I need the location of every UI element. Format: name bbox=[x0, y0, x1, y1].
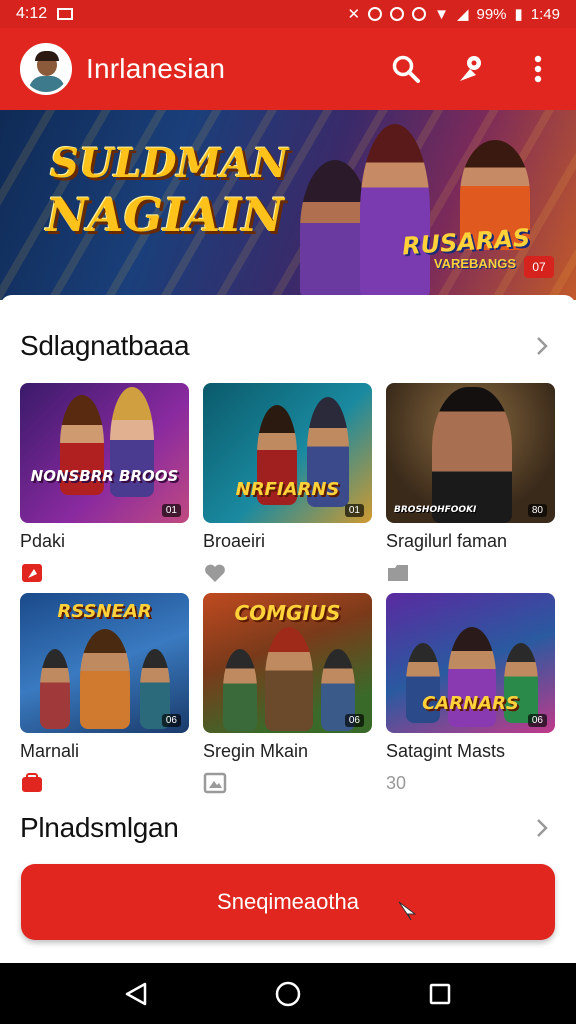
home-icon bbox=[275, 981, 301, 1006]
avatar[interactable] bbox=[20, 43, 72, 95]
battery-text: 99% bbox=[476, 5, 507, 23]
search-icon bbox=[392, 55, 420, 83]
banner-title-line1: SULDMAN bbox=[50, 140, 289, 187]
game-card[interactable]: RSSNEAR 06 Marnali bbox=[20, 593, 189, 803]
thumb-badge: 80 bbox=[527, 504, 547, 517]
more-options-button[interactable] bbox=[520, 51, 556, 87]
alarm-icon bbox=[368, 7, 383, 21]
game-grid: NONSBRR BROOS 01 Pdaki NRFIARNS 01 Broae… bbox=[20, 383, 556, 803]
game-meta bbox=[386, 553, 555, 593]
heart-icon bbox=[205, 564, 225, 582]
back-icon bbox=[125, 982, 147, 1005]
game-thumbnail[interactable]: NONSBRR BROOS 01 bbox=[20, 383, 189, 523]
thumb-portrait bbox=[432, 387, 512, 523]
avatar-hair bbox=[35, 51, 59, 61]
chevron-right-icon bbox=[537, 337, 548, 355]
section-title: Plnadsmlgan bbox=[20, 812, 179, 843]
game-thumbnail[interactable]: CARNARS 06 bbox=[386, 593, 555, 733]
game-title: Broaeiri bbox=[203, 531, 266, 551]
banner-badge: 07 bbox=[524, 256, 554, 278]
section-header-2[interactable]: Plnadsmlgan bbox=[20, 812, 556, 844]
system-nav-bar bbox=[0, 963, 576, 1024]
game-thumbnail[interactable]: RSSNEAR 06 bbox=[20, 593, 189, 733]
thumb-badge: 06 bbox=[161, 714, 181, 727]
banner-logo-sub: VAREBANGS bbox=[433, 256, 516, 271]
game-title: Pdaki bbox=[20, 531, 66, 551]
app-title: Inrlanesian bbox=[86, 53, 226, 84]
thumb-hero bbox=[40, 649, 70, 729]
nav-recents-button[interactable] bbox=[420, 974, 460, 1014]
more-vert-icon bbox=[534, 55, 542, 83]
game-card[interactable]: CARNARS 06 Satagint Masts 30 bbox=[386, 593, 555, 803]
signal-icon: ◢ bbox=[456, 6, 469, 23]
clock-icon bbox=[412, 7, 427, 21]
game-card[interactable]: NONSBRR BROOS 01 Pdaki bbox=[20, 383, 189, 593]
app-bar: Inrlanesian bbox=[0, 28, 576, 110]
thumb-art-title: NONSBRR BROOS bbox=[30, 467, 179, 485]
game-card[interactable]: NRFIARNS 01 Broaeiri bbox=[203, 383, 372, 593]
thumb-art-title: CARNARS bbox=[422, 693, 519, 714]
status-bar: 4:12 ✕ ▼ ◢ 99% ▮ 1:49 bbox=[0, 0, 576, 28]
game-meta bbox=[20, 763, 189, 803]
game-meta: 30 bbox=[386, 772, 407, 793]
battery-icon: ▮ bbox=[514, 6, 523, 23]
wifi-icon: ▼ bbox=[434, 5, 449, 23]
cta-label: Sneqimeaotha bbox=[217, 889, 359, 914]
section-more-button[interactable] bbox=[528, 332, 556, 360]
recents-icon bbox=[429, 983, 451, 1004]
game-title: Marnali bbox=[20, 741, 80, 761]
pointer-icon bbox=[398, 901, 417, 921]
chevron-right-icon bbox=[537, 819, 548, 837]
primary-cta-button[interactable]: Sneqimeaotha bbox=[21, 864, 555, 940]
game-thumbnail[interactable]: NRFIARNS 01 bbox=[203, 383, 372, 523]
notification-icon bbox=[57, 8, 74, 20]
game-card[interactable]: BROSHOHFOOKI 80 Sragilurl faman bbox=[386, 383, 555, 593]
image-icon bbox=[203, 772, 227, 794]
status-time: 4:12 bbox=[16, 5, 48, 22]
thumb-hero bbox=[265, 627, 313, 731]
thumb-hero bbox=[223, 649, 257, 731]
red-flag-icon bbox=[22, 564, 42, 582]
thumb-art-title: RSSNEAR bbox=[57, 601, 152, 622]
alarm-icon-2 bbox=[390, 7, 405, 21]
game-card[interactable]: COMGIUS 06 Sregin Mkain bbox=[203, 593, 372, 803]
red-bag-icon bbox=[22, 773, 42, 792]
section-title: Sdlagnatbaaa bbox=[20, 330, 190, 361]
folder-icon bbox=[388, 565, 408, 581]
mute-icon: ✕ bbox=[347, 6, 361, 23]
game-title: Sregin Mkain bbox=[203, 741, 309, 761]
game-thumbnail[interactable]: BROSHOHFOOKI 80 bbox=[386, 383, 555, 523]
avatar-shirt bbox=[29, 76, 65, 92]
thumb-badge: 06 bbox=[527, 714, 547, 727]
person-pin-icon bbox=[460, 56, 481, 81]
banner-hero-2 bbox=[360, 124, 430, 300]
section-more-button[interactable] bbox=[528, 814, 556, 842]
game-meta bbox=[203, 763, 372, 803]
banner-title-line2: NAGIAIN bbox=[46, 188, 284, 242]
nav-home-button[interactable] bbox=[268, 974, 308, 1014]
add-person-button[interactable] bbox=[454, 51, 490, 87]
section-header-1[interactable]: Sdlagnatbaaa bbox=[20, 330, 556, 362]
thumb-badge: 01 bbox=[344, 504, 364, 517]
thumb-art-title: NRFIARNS bbox=[235, 479, 340, 500]
featured-banner[interactable]: SULDMAN NAGIAIN RUSARAS VAREBANGS 07 bbox=[0, 110, 576, 300]
status-clock: 1:49 bbox=[530, 5, 560, 23]
thumb-badge: 01 bbox=[161, 504, 181, 517]
thumb-badge: 06 bbox=[344, 714, 364, 727]
nav-back-button[interactable] bbox=[116, 974, 156, 1014]
thumb-hero bbox=[80, 629, 130, 729]
thumb-art-title: COMGIUS bbox=[234, 601, 341, 625]
game-title: Satagint Masts bbox=[386, 741, 506, 761]
game-thumbnail[interactable]: COMGIUS 06 bbox=[203, 593, 372, 733]
search-button[interactable] bbox=[388, 51, 424, 87]
game-meta bbox=[20, 553, 189, 593]
game-title: Sragilurl faman bbox=[386, 531, 508, 551]
game-meta bbox=[203, 553, 372, 593]
